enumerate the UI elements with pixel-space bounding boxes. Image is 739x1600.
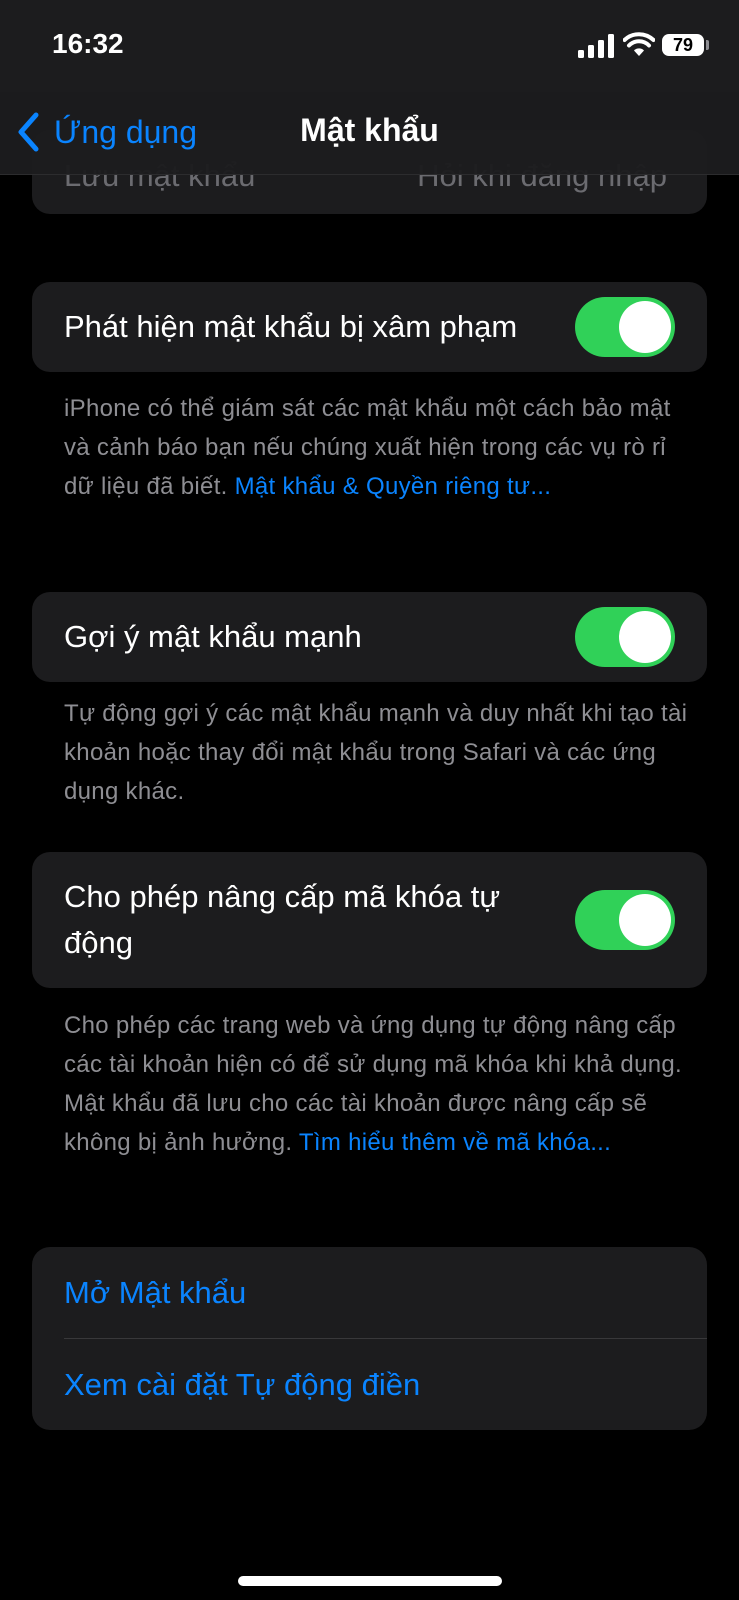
status-bar: 16:32 79	[0, 0, 739, 92]
compromised-passwords-row: Phát hiện mật khẩu bị xâm phạm	[64, 297, 675, 357]
battery-tip	[706, 40, 709, 50]
open-passwords-button[interactable]: Mở Mật khẩu	[64, 1275, 246, 1311]
passkey-upgrade-row: Cho phép nâng cấp mã khóa tự động	[64, 874, 675, 966]
strong-password-footnote: Tự động gợi ý các mật khẩu mạnh và duy n…	[64, 694, 694, 811]
passkey-upgrade-toggle[interactable]	[575, 890, 675, 950]
learn-passkeys-link[interactable]: Tìm hiểu thêm về mã khóa...	[299, 1129, 611, 1156]
privacy-link[interactable]: Mật khẩu & Quyền riêng tư...	[235, 473, 552, 500]
strong-password-label: Gợi ý mật khẩu mạnh	[64, 619, 362, 654]
toggle-knob	[619, 894, 671, 946]
compromised-passwords-label: Phát hiện mật khẩu bị xâm phạm	[64, 309, 518, 344]
passkey-upgrade-label: Cho phép nâng cấp mã khóa tự động	[64, 879, 501, 960]
footnote-text: Tự động gợi ý các mật khẩu mạnh và duy n…	[64, 700, 688, 805]
actions-section: Mở Mật khẩu Xem cài đặt Tự động điền	[32, 1247, 707, 1430]
compromised-passwords-footnote: iPhone có thể giám sát các mật khẩu một …	[64, 389, 694, 506]
status-time: 16:32	[52, 28, 124, 59]
autofill-settings-button[interactable]: Xem cài đặt Tự động điền	[64, 1367, 420, 1403]
divider	[64, 1338, 707, 1339]
compromised-passwords-section: Phát hiện mật khẩu bị xâm phạm	[32, 282, 707, 372]
passkey-upgrade-section: Cho phép nâng cấp mã khóa tự động	[32, 852, 707, 988]
strong-password-row: Gợi ý mật khẩu mạnh	[64, 607, 675, 667]
wifi-icon	[623, 32, 655, 56]
compromised-passwords-toggle[interactable]	[575, 297, 675, 357]
cellular-signal-icon	[578, 34, 614, 58]
navigation-bar: Ứng dụng Mật khẩu	[0, 92, 739, 175]
battery-indicator: 79	[662, 34, 704, 56]
home-indicator[interactable]	[238, 1576, 502, 1586]
strong-password-toggle[interactable]	[575, 607, 675, 667]
strong-password-section: Gợi ý mật khẩu mạnh	[32, 592, 707, 682]
toggle-knob	[619, 301, 671, 353]
passkey-upgrade-footnote: Cho phép các trang web và ứng dụng tự độ…	[64, 1006, 694, 1162]
toggle-knob	[619, 611, 671, 663]
page-title: Mật khẩu	[300, 112, 439, 148]
